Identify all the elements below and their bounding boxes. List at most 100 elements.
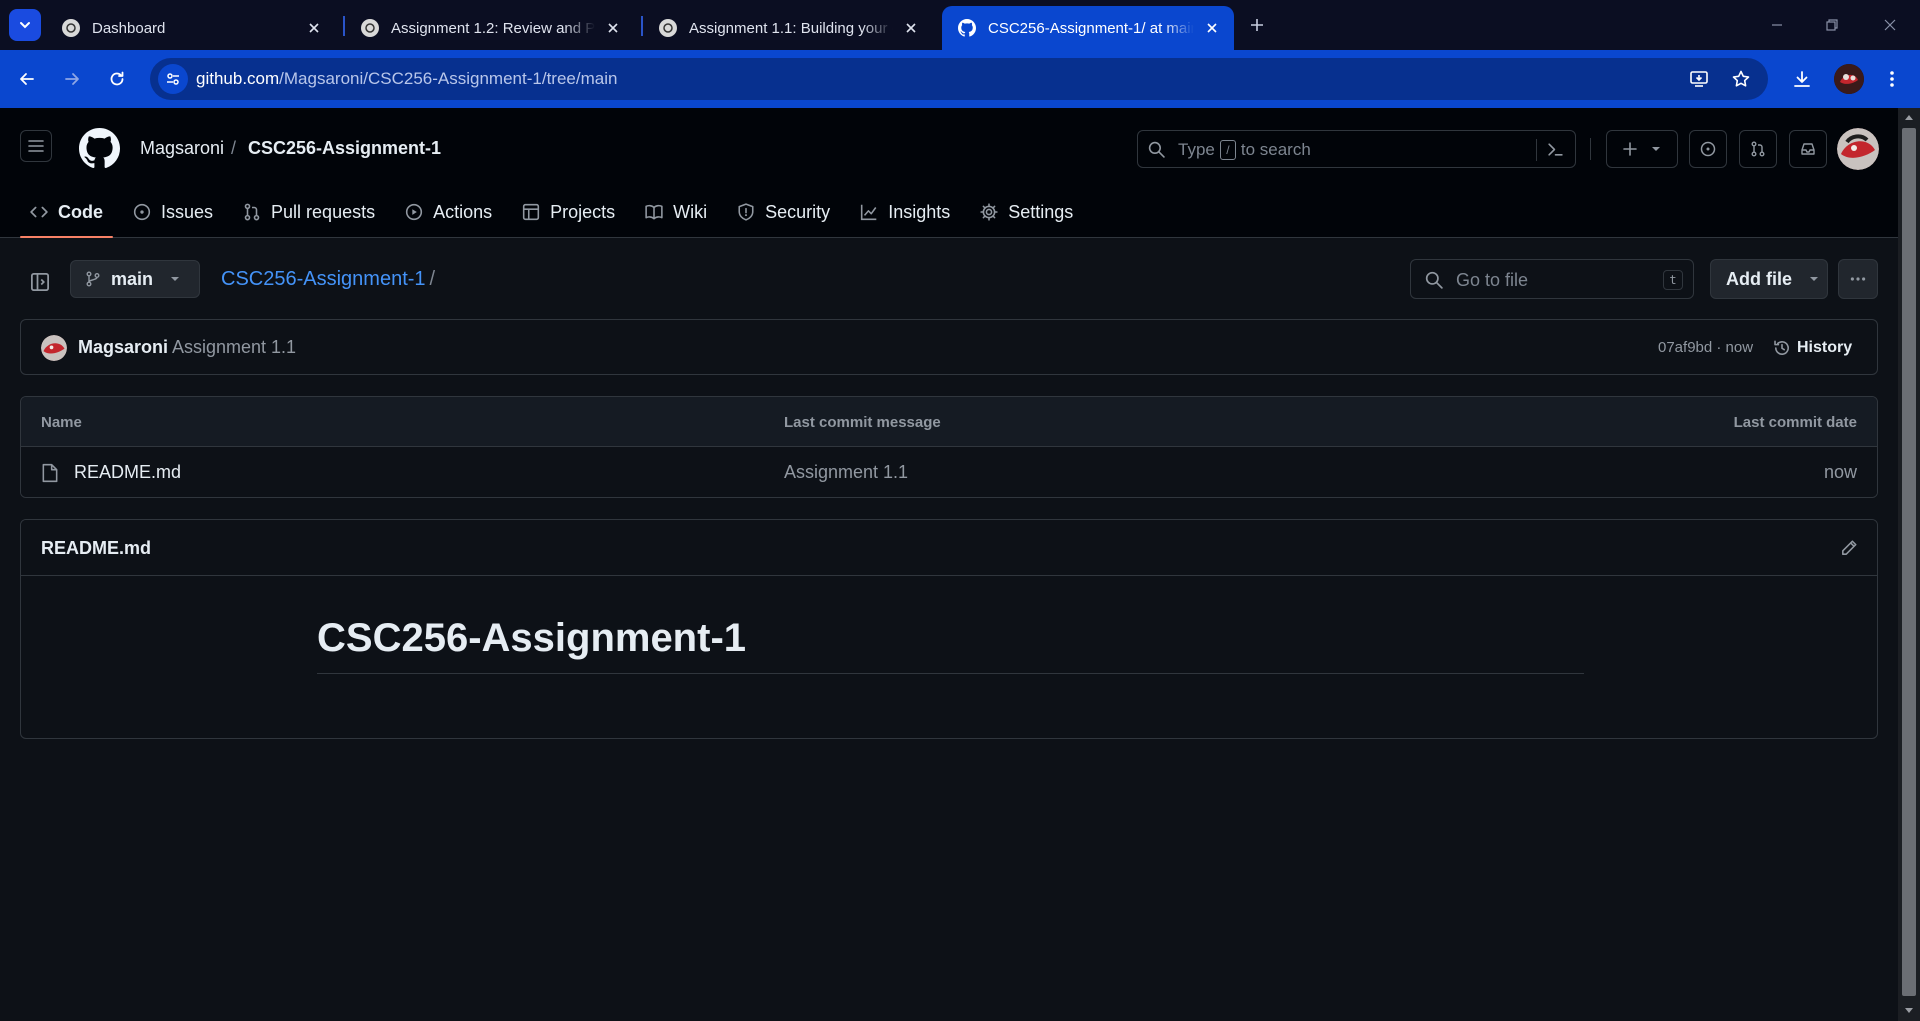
triangle-down-icon (171, 277, 180, 281)
inbox-button[interactable] (1789, 130, 1827, 168)
graph-icon (861, 204, 877, 221)
new-tab-button[interactable] (1246, 14, 1268, 36)
close-tab-icon[interactable] (603, 18, 623, 38)
search-placeholder: Type / to search (1178, 140, 1311, 160)
path-repo-link[interactable]: CSC256-Assignment-1 (221, 268, 426, 290)
tune-icon (167, 73, 179, 85)
minimize-button[interactable] (1766, 14, 1788, 36)
edit-readme-button[interactable] (1837, 536, 1861, 560)
site-info-button[interactable] (158, 64, 188, 94)
file-table: Name Last commit message Last commit dat… (20, 396, 1878, 498)
minimize-icon (1772, 24, 1782, 26)
create-new-button[interactable] (1606, 130, 1678, 168)
commit-author-link[interactable]: Magsaroni (78, 337, 168, 358)
tab-issues[interactable]: Issues (123, 186, 223, 238)
install-app-icon[interactable] (1688, 68, 1710, 90)
readme-title-link[interactable]: README.md (41, 538, 151, 559)
add-file-button[interactable]: Add file (1710, 259, 1828, 299)
browser-tab-github-active[interactable]: CSC256-Assignment-1/ at main (942, 6, 1234, 50)
chevron-down-icon (20, 22, 30, 29)
browser-menu-button[interactable] (1879, 66, 1905, 92)
github-header: Magsaroni / CSC256-Assignment-1 Type / t… (0, 108, 1898, 238)
tab-search-button[interactable] (9, 9, 41, 41)
expand-file-tree-button[interactable] (24, 266, 56, 298)
go-to-file-placeholder: Go to file (1456, 270, 1529, 290)
downloads-button[interactable] (1789, 66, 1815, 92)
reload-button[interactable] (103, 65, 131, 93)
tab-code[interactable]: Code (20, 186, 113, 238)
issue-icon (133, 203, 151, 221)
command-palette-icon (1548, 143, 1563, 156)
tab-security[interactable]: Security (727, 186, 840, 238)
branch-selector[interactable]: main (70, 260, 200, 298)
commit-hash-time[interactable]: 07af9bd · now (1658, 339, 1753, 356)
triangle-down-icon (1652, 147, 1660, 151)
sidebar-expand-icon (31, 273, 49, 291)
repo-name-link[interactable]: CSC256-Assignment-1 (248, 138, 441, 159)
search-input[interactable]: Type / to search (1137, 130, 1576, 168)
branch-name: main (111, 268, 154, 289)
issues-button[interactable] (1689, 130, 1727, 168)
bookmark-star-icon[interactable] (1730, 68, 1752, 90)
file-commit-message[interactable]: Assignment 1.1 (784, 462, 908, 483)
url-path: /Magsaroni/CSC256-Assignment-1/tree/main (279, 69, 618, 88)
readme-heading: CSC256-Assignment-1 (317, 616, 1584, 674)
tab-title: Assignment 1.1: Building your own (689, 19, 893, 37)
scroll-up-arrow-icon[interactable] (1903, 112, 1915, 122)
file-path-breadcrumb: CSC256-Assignment-1/ (221, 268, 435, 291)
github-logo-icon[interactable] (79, 128, 120, 169)
arrow-right-icon (65, 73, 79, 85)
history-button[interactable]: History (1773, 334, 1852, 362)
commit-author-avatar[interactable] (41, 335, 67, 361)
more-options-button[interactable] (1838, 259, 1878, 299)
browser-tab-assignment-1-2[interactable]: Assignment 1.2: Review and Practice (345, 6, 635, 50)
close-window-button[interactable] (1879, 14, 1901, 36)
go-to-file-input[interactable]: Go to file t (1410, 259, 1694, 299)
pull-requests-button[interactable] (1739, 130, 1777, 168)
url-text[interactable]: github.com/Magsaroni/CSC256-Assignment-1… (196, 69, 617, 89)
inbox-icon (1801, 143, 1815, 155)
user-avatar[interactable] (1837, 128, 1879, 170)
tab-actions[interactable]: Actions (395, 186, 502, 238)
tab-projects[interactable]: Projects (512, 186, 625, 238)
pencil-icon (1842, 540, 1857, 555)
table-row[interactable]: README.md Assignment 1.1 now (21, 447, 1877, 497)
address-bar[interactable]: github.com/Magsaroni/CSC256-Assignment-1… (150, 58, 1768, 100)
plus-icon (1623, 142, 1637, 156)
tab-pull-requests[interactable]: Pull requests (233, 186, 385, 238)
tab-settings[interactable]: Settings (970, 186, 1083, 238)
tab-label: Pull requests (271, 201, 376, 222)
close-icon (1884, 19, 1896, 31)
scrollbar-thumb[interactable] (1902, 128, 1916, 996)
page-scrollbar[interactable] (1898, 108, 1920, 1021)
back-button[interactable] (13, 65, 41, 93)
tab-insights[interactable]: Insights (850, 186, 960, 238)
owner-link[interactable]: Magsaroni (140, 138, 224, 159)
commit-message-link[interactable]: Assignment 1.1 (172, 337, 296, 358)
close-tab-icon[interactable] (304, 18, 324, 38)
header-divider (1590, 138, 1591, 160)
shield-icon (738, 203, 754, 221)
history-label: History (1797, 339, 1853, 356)
book-icon (645, 204, 663, 220)
restore-button[interactable] (1821, 14, 1843, 36)
close-tab-icon[interactable] (1202, 18, 1222, 38)
browser-profile-avatar[interactable] (1834, 64, 1864, 94)
go-to-file-shortcut: t (1663, 270, 1683, 290)
download-icon (1794, 71, 1810, 87)
restore-icon (1826, 19, 1838, 31)
tab-wiki[interactable]: Wiki (635, 186, 717, 238)
file-name-link[interactable]: README.md (74, 462, 181, 483)
browser-tab-dashboard[interactable]: Dashboard (46, 6, 336, 50)
tab-label: Insights (888, 201, 951, 222)
global-menu-button[interactable] (20, 130, 52, 162)
search-icon (1425, 271, 1443, 289)
forward-button[interactable] (58, 65, 86, 93)
scroll-down-arrow-icon[interactable] (1903, 1006, 1915, 1016)
browser-tab-assignment-1-1[interactable]: Assignment 1.1: Building your own (643, 6, 933, 50)
browser-toolbar: github.com/Magsaroni/CSC256-Assignment-1… (0, 50, 1920, 108)
breadcrumb-separator: / (231, 138, 237, 158)
close-tab-icon[interactable] (901, 18, 921, 38)
arrow-left-icon (20, 73, 34, 85)
tab-label: Code (58, 201, 103, 222)
